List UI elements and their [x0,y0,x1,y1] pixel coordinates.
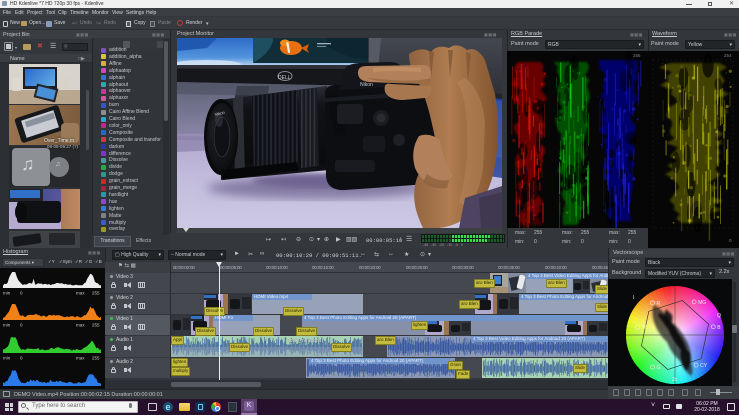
svg-text:2x: 2x [672,377,678,383]
svg-text:min: min [3,323,11,328]
svg-text:YL: YL [642,325,648,331]
svg-text:MG: MG [698,300,706,306]
svg-text:0: 0 [20,323,23,328]
svg-text:255: 255 [92,356,100,361]
svg-text:I: I [633,295,634,301]
svg-text:0: 0 [20,291,23,296]
svg-text:Nikon: Nikon [360,82,373,88]
svg-text:max: max [76,323,85,328]
svg-text:255: 255 [92,323,100,328]
svg-text:min: min [3,356,11,361]
svg-text:CY: CY [700,363,708,369]
svg-text:255: 255 [92,291,100,296]
svg-text:max: max [76,291,85,296]
svg-text:min: min [3,291,11,296]
svg-text:max: max [76,356,85,361]
svg-text:G: G [657,365,661,371]
svg-text:0: 0 [20,356,23,361]
svg-text:DELL: DELL [278,75,291,81]
svg-text:Q: Q [717,313,721,319]
svg-text:R: R [657,301,661,307]
